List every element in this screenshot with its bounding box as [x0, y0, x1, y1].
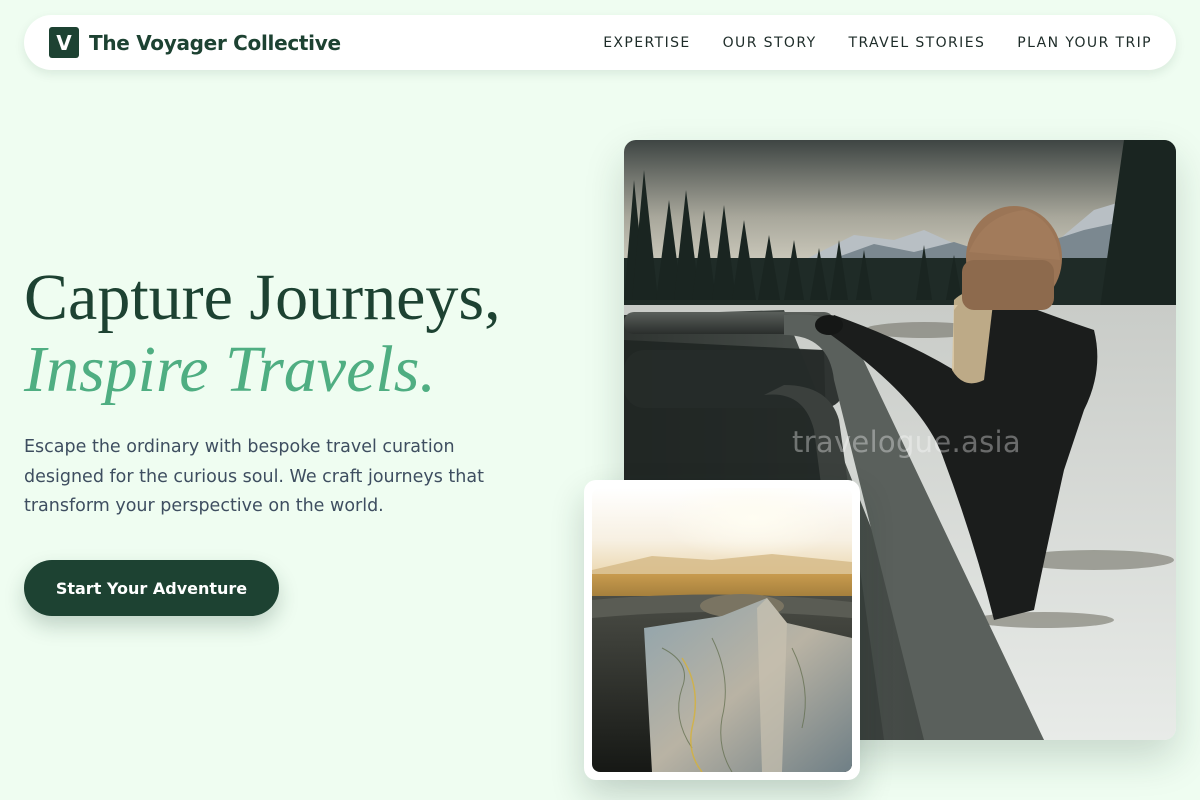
top-navbar: V The Voyager Collective EXPERTISE OUR S… — [24, 15, 1176, 70]
nav-link-travel-stories[interactable]: TRAVEL STORIES — [849, 35, 986, 51]
nav-links: EXPERTISE OUR STORY TRAVEL STORIES PLAN … — [571, 35, 1152, 51]
hero-title: Capture Journeys, Inspire Travels. — [24, 262, 501, 406]
map-on-dashboard-image — [592, 488, 852, 772]
inset-photo-card — [584, 480, 860, 780]
hero-title-line1: Capture Journeys, — [24, 261, 501, 334]
nav-link-our-story[interactable]: OUR STORY — [723, 35, 817, 51]
logo-mark[interactable]: V — [49, 27, 79, 58]
main-photo-watermark: travelogue.asia — [792, 425, 1021, 459]
brand-name[interactable]: The Voyager Collective — [89, 31, 341, 55]
hero-title-line2: Inspire Travels. — [24, 333, 436, 406]
nav-link-expertise[interactable]: EXPERTISE — [603, 35, 690, 51]
start-adventure-button[interactable]: Start Your Adventure — [24, 560, 279, 616]
nav-link-plan-your-trip[interactable]: PLAN YOUR TRIP — [1017, 35, 1152, 51]
hero-description: Escape the ordinary with bespoke travel … — [24, 437, 484, 516]
